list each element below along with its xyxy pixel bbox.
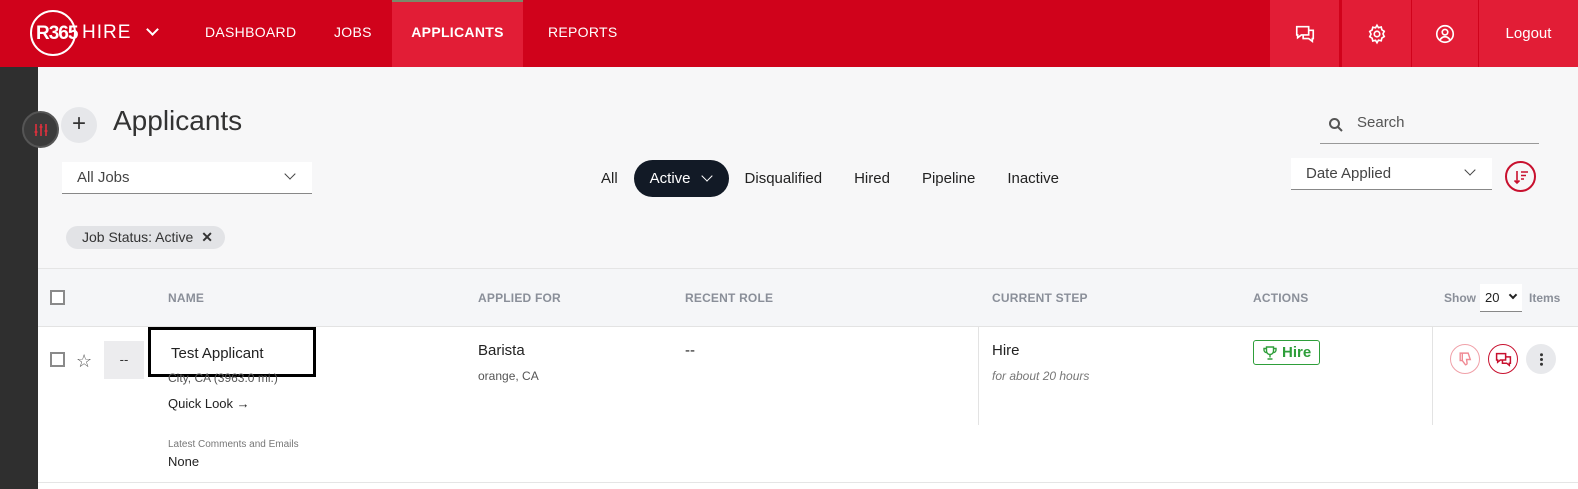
thumbs-down-icon (1458, 351, 1471, 366)
sort-by-value: Date Applied (1306, 165, 1392, 182)
trophy-icon (1263, 345, 1277, 360)
remove-filter-close-icon[interactable]: ✕ (201, 226, 213, 249)
hire-button-label: Hire (1282, 344, 1312, 361)
add-applicant-button[interactable]: + (61, 107, 97, 143)
settings-button[interactable] (1342, 0, 1411, 67)
table-header: NAME APPLIED FOR RECENT ROLE CURRENT STE… (38, 269, 1578, 327)
applicant-name-highlight[interactable]: Test Applicant (148, 327, 316, 377)
search-box (1320, 106, 1539, 144)
sort-order-button[interactable] (1505, 161, 1536, 192)
column-divider (978, 327, 979, 425)
row-checkbox[interactable] (50, 352, 65, 367)
current-step: Hire (992, 342, 1020, 359)
chevron-down-icon (284, 168, 296, 180)
table-row[interactable]: ☆ -- Test Applicant City, CA (3963.0 mi.… (38, 327, 1578, 483)
tab-hired[interactable]: Hired (838, 160, 906, 197)
logo-prefix: R365 (36, 23, 78, 44)
applicant-name[interactable]: Test Applicant (171, 345, 264, 362)
filters-toggle-button[interactable] (22, 111, 59, 148)
sort-by-select[interactable]: Date Applied (1291, 158, 1492, 190)
header-current-step[interactable]: CURRENT STEP (992, 291, 1088, 305)
page-title: Applicants (113, 105, 243, 136)
logo-circle-icon: R365 (30, 10, 78, 56)
applied-for-job: Barista (478, 342, 525, 359)
tab-inactive[interactable]: Inactive (991, 160, 1075, 197)
chat-icon (1495, 352, 1511, 367)
star-favorite-icon[interactable]: ☆ (76, 351, 92, 372)
status-tabs: All Active Disqualified Hired Pipeline I… (585, 160, 1075, 197)
chat-icon (1295, 25, 1314, 43)
gear-icon (1368, 23, 1385, 44)
sliders-icon (34, 123, 47, 136)
chevron-down-icon (1508, 290, 1518, 300)
message-applicant-button[interactable] (1488, 344, 1518, 374)
filter-chip: Job Status: Active ✕ (66, 226, 226, 249)
page-size-select[interactable]: 20 (1480, 284, 1522, 312)
filter-chip-label: Job Status: Active (82, 229, 194, 245)
applicant-location: City, CA (3963.0 mi.) (168, 371, 278, 385)
app-logo[interactable]: R365 HIRE (30, 10, 131, 56)
page-size-label: Show (1444, 291, 1476, 305)
tab-disqualified[interactable]: Disqualified (729, 160, 839, 197)
logout-label: Logout (1505, 25, 1552, 42)
messages-button[interactable] (1270, 0, 1339, 67)
jobs-filter-value: All Jobs (77, 169, 130, 186)
header-name[interactable]: NAME (168, 291, 204, 305)
search-icon (1329, 118, 1343, 132)
sort-descending-icon (1513, 170, 1528, 184)
tab-pipeline[interactable]: Pipeline (906, 160, 991, 197)
comments-label: Latest Comments and Emails (168, 439, 299, 450)
column-divider (1432, 327, 1433, 425)
more-actions-button[interactable] (1526, 344, 1556, 374)
select-all-checkbox[interactable] (50, 290, 65, 305)
items-label: Items (1529, 291, 1561, 305)
nav-reports[interactable]: REPORTS (548, 0, 618, 67)
profile-button[interactable] (1412, 0, 1478, 67)
page-size-value: 20 (1485, 290, 1500, 305)
hire-button[interactable]: Hire (1253, 340, 1321, 365)
logo-suffix: HIRE (82, 22, 132, 43)
top-navigation-bar: R365 HIRE DASHBOARD JOBS APPLICANTS REPO… (0, 0, 1578, 67)
header-actions: ACTIONS (1253, 291, 1309, 305)
recent-role: -- (685, 342, 695, 359)
chevron-down-icon (1464, 164, 1476, 176)
nav-applicants[interactable]: APPLICANTS (392, 0, 523, 67)
quick-look-link[interactable]: Quick Look → (168, 396, 250, 411)
tab-active[interactable]: Active (633, 160, 729, 197)
header-applied-for[interactable]: APPLIED FOR (478, 291, 561, 305)
avatar: -- (104, 341, 144, 379)
jobs-filter-select[interactable]: All Jobs (62, 162, 312, 194)
nav-dashboard[interactable]: DASHBOARD (205, 0, 296, 67)
more-vertical-icon (1539, 352, 1543, 366)
nav-jobs[interactable]: JOBS (334, 0, 372, 67)
disqualify-button[interactable] (1450, 344, 1480, 374)
header-recent-role[interactable]: RECENT ROLE (685, 291, 773, 305)
user-icon (1435, 24, 1455, 43)
logout-button[interactable]: Logout (1479, 0, 1578, 67)
applied-for-location: orange, CA (478, 369, 539, 383)
search-input[interactable] (1357, 114, 1527, 131)
tab-all[interactable]: All (585, 160, 634, 197)
applicants-table: NAME APPLIED FOR RECENT ROLE CURRENT STE… (38, 268, 1578, 489)
comments-value: None (168, 454, 200, 469)
app-switcher-chevron-down-icon[interactable] (146, 23, 159, 36)
step-duration: for about 20 hours (992, 369, 1090, 383)
